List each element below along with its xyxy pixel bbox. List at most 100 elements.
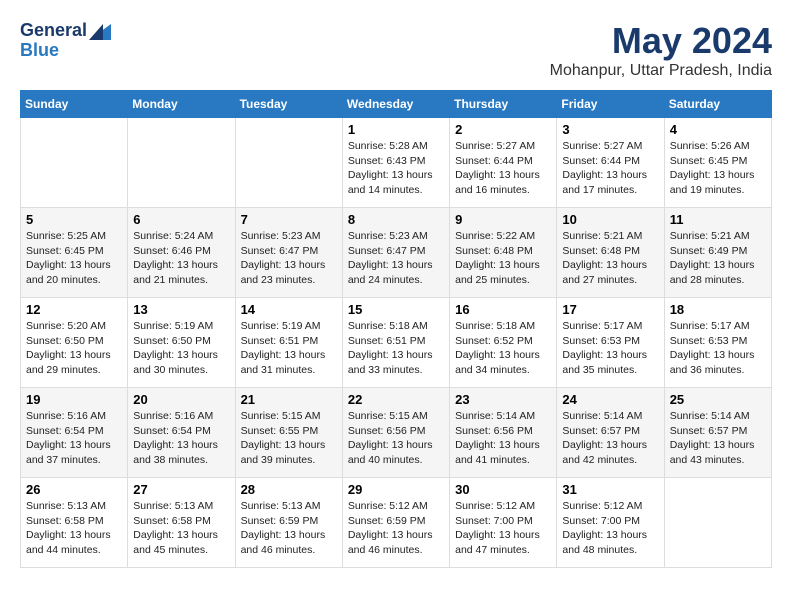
cell-info-line: and 34 minutes.: [455, 363, 551, 378]
day-number: 31: [562, 482, 658, 497]
day-number: 17: [562, 302, 658, 317]
cell-info-line: Sunrise: 5:23 AM: [348, 229, 444, 244]
cell-info-line: Daylight: 13 hours: [241, 258, 337, 273]
calendar-cell: 14Sunrise: 5:19 AMSunset: 6:51 PMDayligh…: [235, 298, 342, 388]
cell-info-line: Sunset: 6:55 PM: [241, 424, 337, 439]
cell-info-line: and 35 minutes.: [562, 363, 658, 378]
day-number: 15: [348, 302, 444, 317]
day-number: 8: [348, 212, 444, 227]
calendar-cell: 4Sunrise: 5:26 AMSunset: 6:45 PMDaylight…: [664, 118, 771, 208]
cell-info-line: and 31 minutes.: [241, 363, 337, 378]
day-number: 13: [133, 302, 229, 317]
cell-info-line: Sunset: 6:45 PM: [670, 154, 766, 169]
day-number: 10: [562, 212, 658, 227]
cell-info-line: and 40 minutes.: [348, 453, 444, 468]
cell-info-line: and 42 minutes.: [562, 453, 658, 468]
cell-info-line: Daylight: 13 hours: [562, 528, 658, 543]
cell-info-line: Daylight: 13 hours: [348, 438, 444, 453]
cell-info-line: Sunrise: 5:12 AM: [562, 499, 658, 514]
weekday-header-wednesday: Wednesday: [342, 91, 449, 118]
cell-info-line: Sunset: 6:56 PM: [455, 424, 551, 439]
cell-info-line: Daylight: 13 hours: [133, 438, 229, 453]
weekday-header-friday: Friday: [557, 91, 664, 118]
day-number: 14: [241, 302, 337, 317]
calendar-cell: 3Sunrise: 5:27 AMSunset: 6:44 PMDaylight…: [557, 118, 664, 208]
cell-info-line: Sunset: 6:49 PM: [670, 244, 766, 259]
cell-info-line: Sunrise: 5:13 AM: [241, 499, 337, 514]
cell-info-line: Sunset: 6:51 PM: [348, 334, 444, 349]
cell-info-line: Sunrise: 5:18 AM: [348, 319, 444, 334]
calendar-row: 5Sunrise: 5:25 AMSunset: 6:45 PMDaylight…: [21, 208, 772, 298]
cell-info-line: and 24 minutes.: [348, 273, 444, 288]
cell-info-line: Daylight: 13 hours: [26, 528, 122, 543]
weekday-header-thursday: Thursday: [450, 91, 557, 118]
cell-info-line: Daylight: 13 hours: [348, 528, 444, 543]
day-number: 28: [241, 482, 337, 497]
day-number: 19: [26, 392, 122, 407]
cell-info-line: Sunrise: 5:28 AM: [348, 139, 444, 154]
calendar-cell: 9Sunrise: 5:22 AMSunset: 6:48 PMDaylight…: [450, 208, 557, 298]
cell-info-line: and 44 minutes.: [26, 543, 122, 558]
calendar-cell: 17Sunrise: 5:17 AMSunset: 6:53 PMDayligh…: [557, 298, 664, 388]
weekday-header-tuesday: Tuesday: [235, 91, 342, 118]
day-number: 7: [241, 212, 337, 227]
cell-info-line: Sunrise: 5:12 AM: [455, 499, 551, 514]
cell-info-line: Sunset: 6:45 PM: [26, 244, 122, 259]
calendar-cell: 28Sunrise: 5:13 AMSunset: 6:59 PMDayligh…: [235, 478, 342, 568]
cell-info-line: and 39 minutes.: [241, 453, 337, 468]
cell-info-line: Sunset: 6:51 PM: [241, 334, 337, 349]
cell-info-line: Sunrise: 5:17 AM: [562, 319, 658, 334]
cell-info-line: Sunrise: 5:23 AM: [241, 229, 337, 244]
weekday-header-saturday: Saturday: [664, 91, 771, 118]
cell-info-line: and 25 minutes.: [455, 273, 551, 288]
cell-info-line: Sunset: 6:48 PM: [562, 244, 658, 259]
calendar-cell: 31Sunrise: 5:12 AMSunset: 7:00 PMDayligh…: [557, 478, 664, 568]
cell-info-line: Sunset: 6:47 PM: [241, 244, 337, 259]
calendar-cell: [664, 478, 771, 568]
cell-info-line: and 19 minutes.: [670, 183, 766, 198]
cell-info-line: and 17 minutes.: [562, 183, 658, 198]
day-number: 12: [26, 302, 122, 317]
calendar-cell: 27Sunrise: 5:13 AMSunset: 6:58 PMDayligh…: [128, 478, 235, 568]
cell-info-line: Sunrise: 5:21 AM: [562, 229, 658, 244]
cell-info-line: Sunrise: 5:26 AM: [670, 139, 766, 154]
cell-info-line: Daylight: 13 hours: [133, 528, 229, 543]
cell-info-line: and 38 minutes.: [133, 453, 229, 468]
logo-blue-text: Blue: [20, 41, 59, 59]
calendar-cell: 16Sunrise: 5:18 AMSunset: 6:52 PMDayligh…: [450, 298, 557, 388]
calendar-cell: 19Sunrise: 5:16 AMSunset: 6:54 PMDayligh…: [21, 388, 128, 478]
day-number: 26: [26, 482, 122, 497]
cell-info-line: Daylight: 13 hours: [26, 348, 122, 363]
cell-info-line: and 30 minutes.: [133, 363, 229, 378]
cell-info-line: Sunrise: 5:16 AM: [26, 409, 122, 424]
cell-info-line: Sunrise: 5:12 AM: [348, 499, 444, 514]
calendar-cell: 1Sunrise: 5:28 AMSunset: 6:43 PMDaylight…: [342, 118, 449, 208]
cell-info-line: Daylight: 13 hours: [26, 438, 122, 453]
calendar-cell: 30Sunrise: 5:12 AMSunset: 7:00 PMDayligh…: [450, 478, 557, 568]
calendar-table: SundayMondayTuesdayWednesdayThursdayFrid…: [20, 90, 772, 568]
cell-info-line: Sunset: 6:52 PM: [455, 334, 551, 349]
day-number: 21: [241, 392, 337, 407]
cell-info-line: and 27 minutes.: [562, 273, 658, 288]
cell-info-line: and 41 minutes.: [455, 453, 551, 468]
cell-info-line: and 16 minutes.: [455, 183, 551, 198]
cell-info-line: Sunset: 6:58 PM: [26, 514, 122, 529]
day-number: 5: [26, 212, 122, 227]
calendar-cell: 29Sunrise: 5:12 AMSunset: 6:59 PMDayligh…: [342, 478, 449, 568]
calendar-cell: 11Sunrise: 5:21 AMSunset: 6:49 PMDayligh…: [664, 208, 771, 298]
weekday-header-row: SundayMondayTuesdayWednesdayThursdayFrid…: [21, 91, 772, 118]
cell-info-line: Daylight: 13 hours: [455, 528, 551, 543]
cell-info-line: Daylight: 13 hours: [455, 258, 551, 273]
cell-info-line: and 23 minutes.: [241, 273, 337, 288]
cell-info-line: Daylight: 13 hours: [455, 168, 551, 183]
cell-info-line: Sunrise: 5:24 AM: [133, 229, 229, 244]
calendar-cell: 21Sunrise: 5:15 AMSunset: 6:55 PMDayligh…: [235, 388, 342, 478]
cell-info-line: Sunset: 6:59 PM: [348, 514, 444, 529]
calendar-cell: [235, 118, 342, 208]
calendar-cell: 2Sunrise: 5:27 AMSunset: 6:44 PMDaylight…: [450, 118, 557, 208]
day-number: 25: [670, 392, 766, 407]
cell-info-line: Sunset: 6:44 PM: [562, 154, 658, 169]
calendar-cell: 6Sunrise: 5:24 AMSunset: 6:46 PMDaylight…: [128, 208, 235, 298]
calendar-cell: 26Sunrise: 5:13 AMSunset: 6:58 PMDayligh…: [21, 478, 128, 568]
logo: General Blue: [20, 20, 111, 59]
